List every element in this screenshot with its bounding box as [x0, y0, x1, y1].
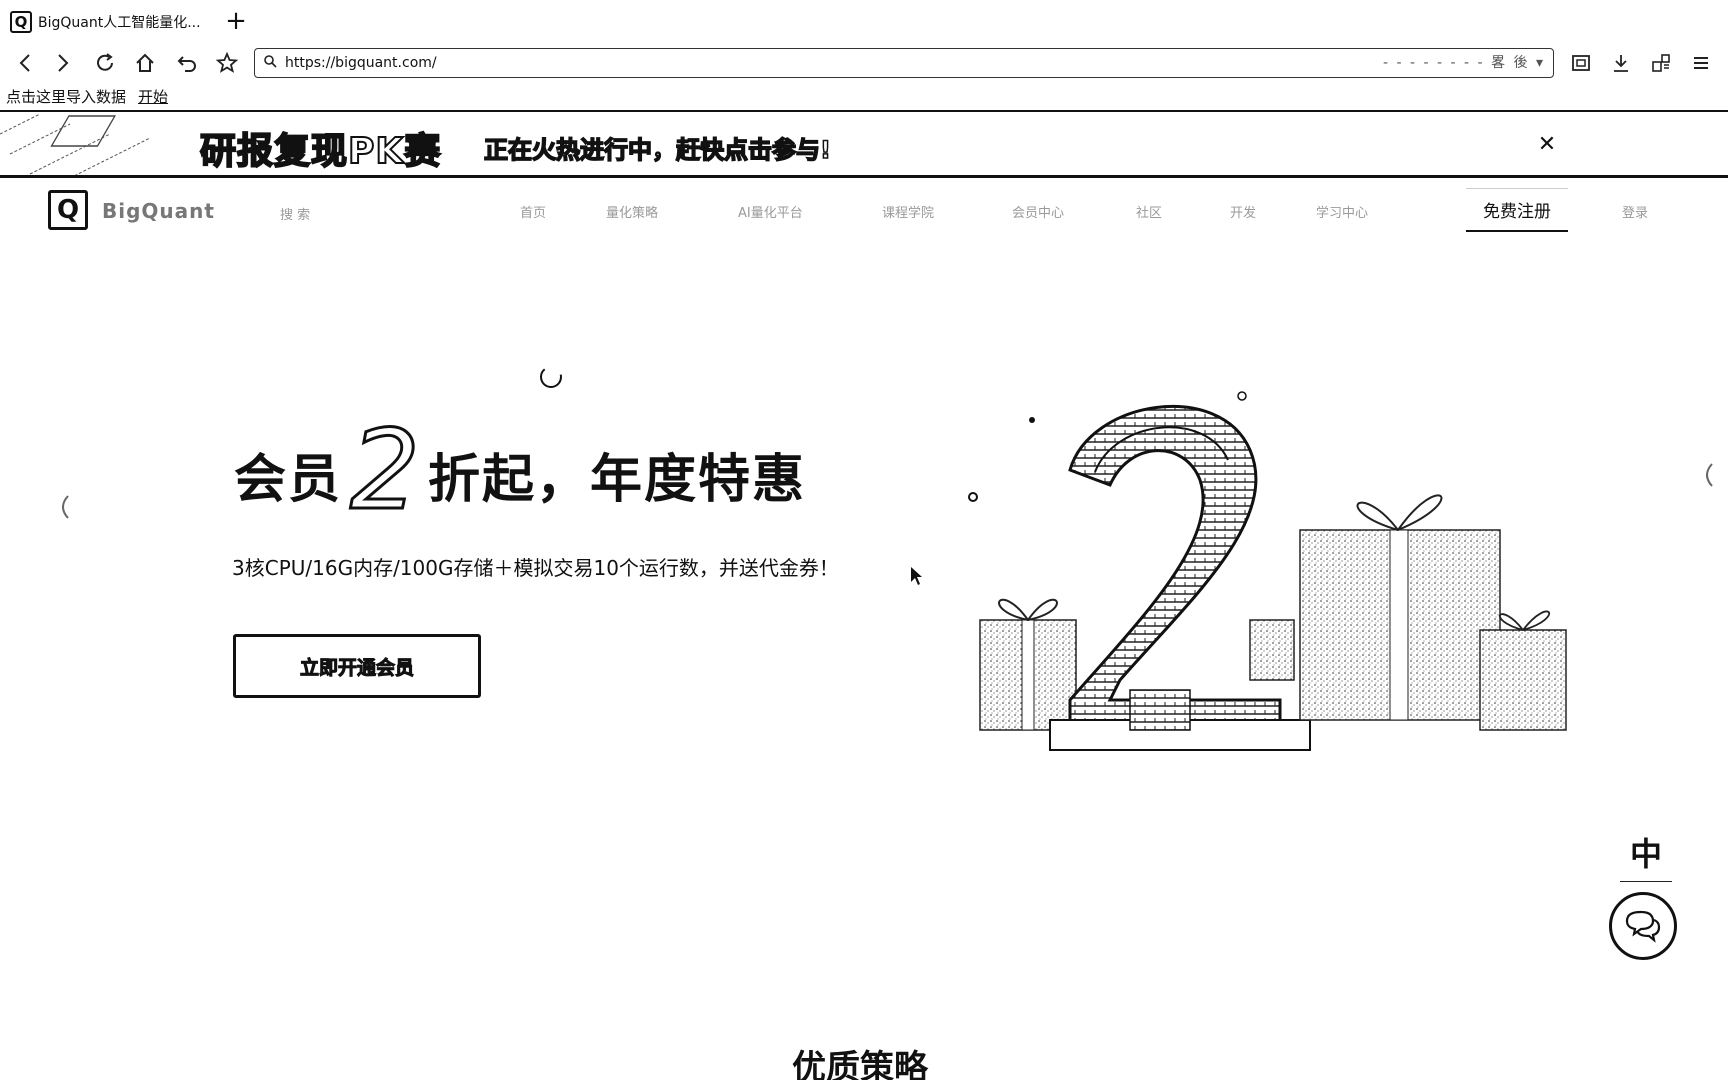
reader-icon [1572, 55, 1590, 71]
register-button[interactable]: 免费注册 [1466, 188, 1568, 232]
gift-box-left [979, 598, 1077, 731]
nav-link-community[interactable]: 社区 [1136, 202, 1162, 221]
extensions-icon [1652, 54, 1670, 72]
hero-subtitle: 3核CPU/16G内存/100G存储＋模拟交易10个运行数，并送代金券！ [232, 556, 839, 580]
language-switch-button[interactable]: 中 [1620, 830, 1672, 882]
back-button[interactable] [10, 48, 40, 78]
reload-icon [97, 53, 113, 71]
search-icon [263, 54, 277, 72]
forward-button[interactable] [48, 48, 78, 78]
close-icon[interactable]: ✕ [1534, 132, 1560, 158]
home-button[interactable] [130, 48, 160, 78]
hero-illustration [979, 391, 1567, 751]
nav-link-platform[interactable]: AI量化平台 [738, 202, 803, 221]
url-text: https://bigquant.com/ [285, 55, 437, 71]
promo-banner[interactable]: 研报复现PK赛 正在火热进行中，赶快点击参与! ✕ [0, 114, 1728, 178]
search-hint[interactable]: 搜 索 [280, 204, 310, 223]
hero-headline: 会员 2 折起，年度特惠 [234, 414, 807, 527]
gift-box-right [1299, 494, 1501, 721]
promo-decoration [0, 114, 151, 175]
chevron-right-icon [58, 54, 69, 72]
mouse-cursor-icon [910, 566, 924, 591]
download-button[interactable] [1606, 48, 1636, 78]
carousel-next-button[interactable] [1698, 460, 1718, 496]
start-link[interactable]: 开始 [138, 86, 168, 107]
browser-nav-bar: https://bigquant.com/ - - - - - - - - 畧 … [0, 44, 1728, 82]
logo-text[interactable]: BigQuant [102, 199, 215, 223]
favicon-icon: Q [10, 11, 32, 33]
download-icon [1614, 55, 1628, 72]
loading-icon [536, 362, 566, 398]
section-title: 优质策略 [792, 1048, 928, 1080]
import-bookmarks-text[interactable]: 点击这里导入数据 [6, 86, 126, 107]
promo-subtitle: 正在火热进行中，赶快点击参与! [483, 135, 831, 165]
bookmark-bar: 点击这里导入数据 开始 [0, 82, 1728, 112]
nav-link-learning[interactable]: 学习中心 [1316, 202, 1368, 221]
address-bar-extras[interactable]: - - - - - - - - 畧 後 ▾ [1383, 52, 1545, 72]
chat-icon [1625, 910, 1661, 943]
join-membership-button[interactable]: 立即开通会员 [233, 634, 481, 698]
star-icon [216, 52, 238, 73]
chevron-left-icon [19, 54, 30, 72]
nav-link-strategy[interactable]: 量化策略 [606, 202, 658, 221]
chevron-left-icon [62, 495, 69, 519]
browser-tab[interactable]: Q BigQuant人工智能量化... [4, 6, 218, 38]
undo-icon [177, 56, 196, 72]
hero-headline-pre: 会员 [234, 450, 343, 510]
hero-headline-number: 2 [349, 406, 422, 534]
nav-link-dev[interactable]: 开发 [1230, 202, 1256, 221]
reader-button[interactable] [1566, 48, 1596, 78]
login-link[interactable]: 登录 [1622, 202, 1648, 221]
big-number-two [1068, 405, 1282, 732]
menu-icon [1694, 57, 1708, 69]
reload-button[interactable] [90, 48, 120, 78]
promo-title: 研报复现PK赛 [199, 130, 442, 173]
nav-link-home[interactable]: 首页 [520, 202, 546, 221]
tab-title: BigQuant人工智能量化... [38, 15, 201, 31]
home-icon [136, 53, 154, 72]
nav-link-academy[interactable]: 课程学院 [882, 202, 934, 221]
address-bar[interactable]: https://bigquant.com/ - - - - - - - - 畧 … [254, 48, 1554, 78]
browser-tab-bar: Q BigQuant人工智能量化... + [0, 0, 1728, 44]
chevron-right-icon [1706, 463, 1713, 487]
menu-button[interactable] [1686, 48, 1716, 78]
logo-icon[interactable]: Q [48, 190, 88, 230]
nav-link-member[interactable]: 会员中心 [1012, 202, 1064, 221]
chat-button[interactable] [1609, 892, 1677, 960]
site-header: Q BigQuant 搜 索 首页 量化策略 AI量化平台 课程学院 会员中心 … [0, 180, 1728, 244]
extensions-button[interactable] [1646, 48, 1676, 78]
hero-headline-post: 折起，年度特惠 [428, 450, 807, 510]
carousel-prev-button[interactable] [54, 492, 74, 528]
bookmark-star-button[interactable] [212, 48, 242, 78]
undo-button[interactable] [172, 48, 202, 78]
new-tab-button[interactable]: + [222, 8, 250, 36]
